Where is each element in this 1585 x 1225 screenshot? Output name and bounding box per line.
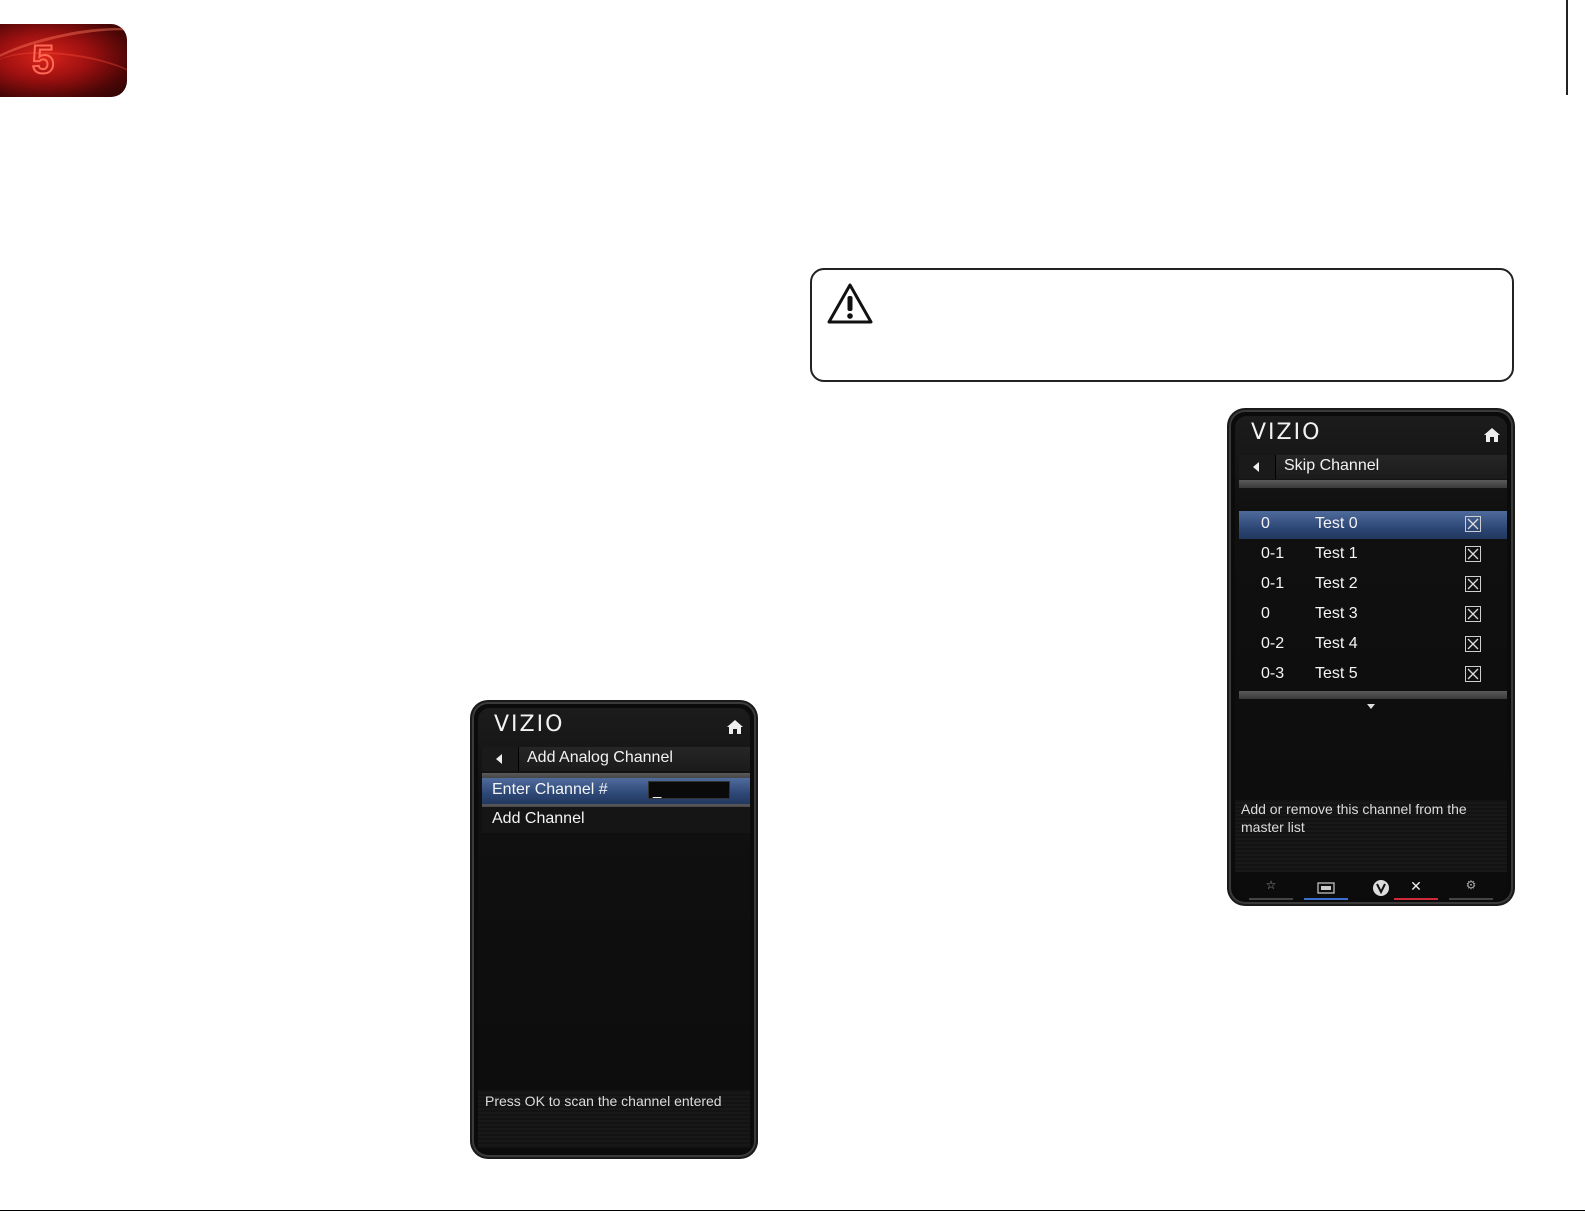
divider (1239, 691, 1507, 699)
back-arrow-icon (496, 754, 502, 764)
close-icon: ✕ (1410, 878, 1422, 894)
vizio-logo: VIZIO (494, 712, 565, 737)
x-mark-icon (1467, 518, 1479, 530)
button-underline (1304, 898, 1348, 900)
page-footer-rule (0, 1210, 1585, 1211)
channel-row[interactable]: 0 Test 0 (1239, 511, 1507, 539)
x-mark-icon (1467, 638, 1479, 650)
warning-icon (827, 283, 873, 324)
menu-item-label: Enter Channel # (492, 781, 608, 798)
divider (1239, 480, 1507, 488)
channel-row[interactable]: 0-1 Test 1 (1239, 541, 1507, 569)
page-edge-rule (1566, 0, 1568, 95)
channel-row[interactable]: 0-3 Test 5 (1239, 661, 1507, 689)
x-mark-icon (1467, 668, 1479, 680)
back-arrow-icon (1253, 462, 1259, 472)
skip-checkbox[interactable] (1465, 666, 1481, 682)
input-button[interactable] (1304, 878, 1348, 900)
add-analog-channel-screen: VIZIO Add Analog Channel Enter Channel #… (472, 702, 756, 1157)
x-mark-icon (1467, 608, 1479, 620)
bottom-toolbar: ☆ ✕ ⚙ (1239, 878, 1507, 902)
channel-row[interactable]: 0 Test 3 (1239, 601, 1507, 629)
button-underline (1394, 898, 1438, 900)
help-text: Press OK to scan the channel entered (485, 1093, 722, 1109)
home-icon[interactable] (726, 719, 744, 735)
button-underline (1249, 898, 1293, 900)
channel-name: Test 4 (1315, 635, 1358, 652)
menu-title-bar: Skip Channel (1239, 455, 1507, 479)
menu-item-add-channel[interactable]: Add Channel (482, 807, 750, 833)
menu-item-label: Add Channel (492, 810, 585, 827)
menu-title: Add Analog Channel (527, 749, 673, 766)
settings-button[interactable]: ⚙ (1449, 878, 1493, 900)
back-button[interactable] (1239, 455, 1276, 479)
channel-row[interactable]: 0-2 Test 4 (1239, 631, 1507, 659)
chapter-number: 5 (31, 37, 55, 83)
channel-number: 0-2 (1261, 635, 1285, 652)
vizio-logo: VIZIO (1251, 420, 1322, 445)
screen-header: VIZIO (1239, 418, 1507, 452)
input-icon (1317, 882, 1335, 894)
x-mark-icon (1467, 548, 1479, 560)
channel-name: Test 2 (1315, 575, 1358, 592)
x-mark-icon (1467, 578, 1479, 590)
channel-number-input[interactable]: _ (648, 781, 730, 799)
channel-row[interactable]: 0-1 Test 2 (1239, 571, 1507, 599)
skip-checkbox[interactable] (1465, 516, 1481, 532)
channel-name: Test 1 (1315, 545, 1358, 562)
channel-name: Test 3 (1315, 605, 1358, 622)
skip-checkbox[interactable] (1465, 636, 1481, 652)
screen-header: VIZIO (482, 710, 750, 744)
skip-channel-screen: VIZIO Skip Channel 0 Test 0 0-1 Test 1 0… (1229, 410, 1513, 904)
caution-box (810, 268, 1514, 382)
skip-checkbox[interactable] (1465, 546, 1481, 562)
back-button[interactable] (482, 747, 519, 771)
vizio-v-icon (1373, 880, 1389, 896)
menu-title-bar: Add Analog Channel (482, 747, 750, 771)
channel-number: 0-3 (1261, 665, 1285, 682)
channel-name: Test 5 (1315, 665, 1358, 682)
chapter-tab: 5 (0, 24, 127, 97)
favorites-button[interactable]: ☆ (1249, 878, 1293, 900)
menu-item-enter-channel[interactable]: Enter Channel # _ (482, 778, 750, 804)
skip-checkbox[interactable] (1465, 576, 1481, 592)
channel-number: 0 (1261, 515, 1270, 532)
channel-number: 0 (1261, 605, 1270, 622)
menu-title: Skip Channel (1284, 457, 1380, 474)
gear-icon: ⚙ (1465, 878, 1477, 892)
exit-button[interactable]: ✕ (1394, 878, 1438, 900)
help-text: Add or remove this channel from the mast… (1241, 801, 1467, 835)
skip-checkbox[interactable] (1465, 606, 1481, 622)
home-icon[interactable] (1483, 427, 1501, 443)
scroll-down-icon[interactable] (1367, 704, 1375, 709)
channel-name: Test 0 (1315, 515, 1358, 532)
channel-number: 0-1 (1261, 575, 1285, 592)
star-icon: ☆ (1265, 878, 1277, 892)
button-underline (1449, 898, 1493, 900)
channel-number: 0-1 (1261, 545, 1285, 562)
